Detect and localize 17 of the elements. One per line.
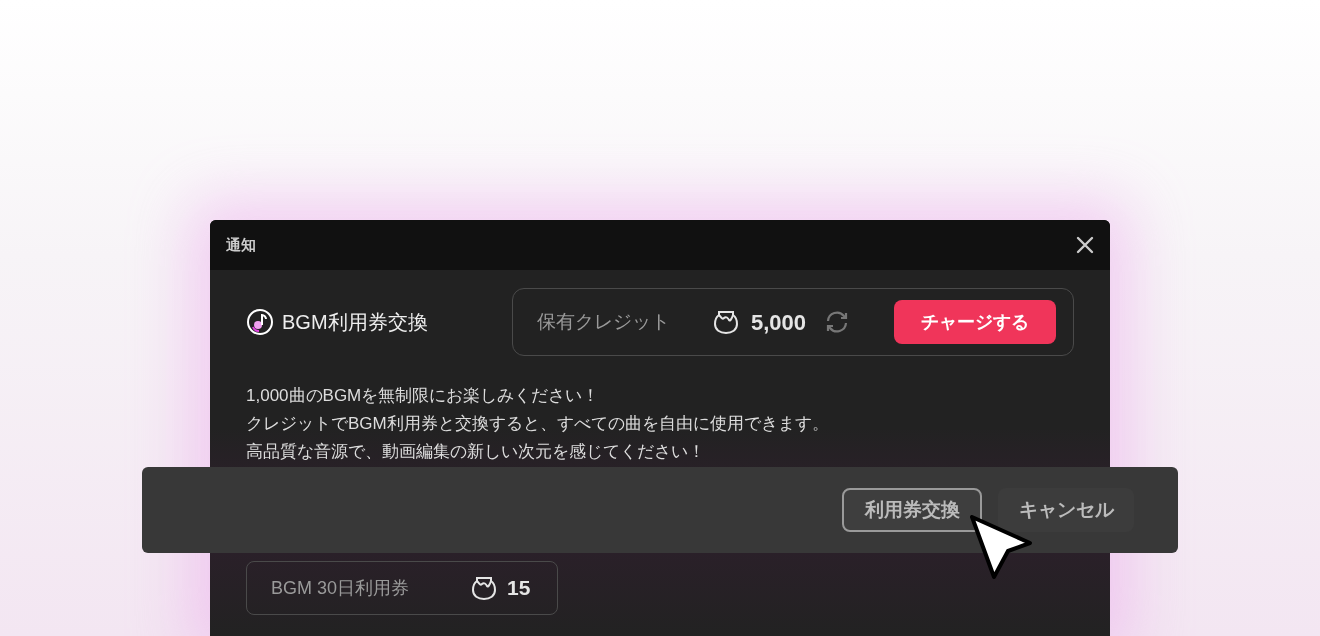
music-note-icon (246, 308, 274, 336)
ticket-price: 15 (507, 575, 531, 602)
jar-icon (471, 575, 497, 601)
ticket-name: BGM 30日利用券 (271, 576, 411, 600)
description-text: クレジットでBGM利用券と交換すると、すべての曲を自由に使用できます。 (246, 413, 830, 435)
dialog-title: 通知 (226, 234, 256, 255)
description-text: 高品質な音源で、動画編集の新しい次元を感じてください！ (246, 441, 706, 463)
product-title: BGM利用券交換 (282, 310, 428, 335)
ticket-card[interactable]: BGM 30日利用券 15 (246, 561, 558, 615)
credit-amount: 5,000 (751, 308, 807, 337)
action-button[interactable]: 利用券交換 (842, 488, 982, 532)
close-icon[interactable] (1076, 236, 1094, 254)
action-button[interactable]: キャンセル (998, 488, 1134, 532)
jar-icon (713, 309, 739, 335)
credit-label: 保有クレジット (537, 309, 671, 334)
description-text: 1,000曲のBGMを無制限にお楽しみください！ (246, 385, 601, 407)
charge-button[interactable]: チャージする (894, 300, 1056, 344)
